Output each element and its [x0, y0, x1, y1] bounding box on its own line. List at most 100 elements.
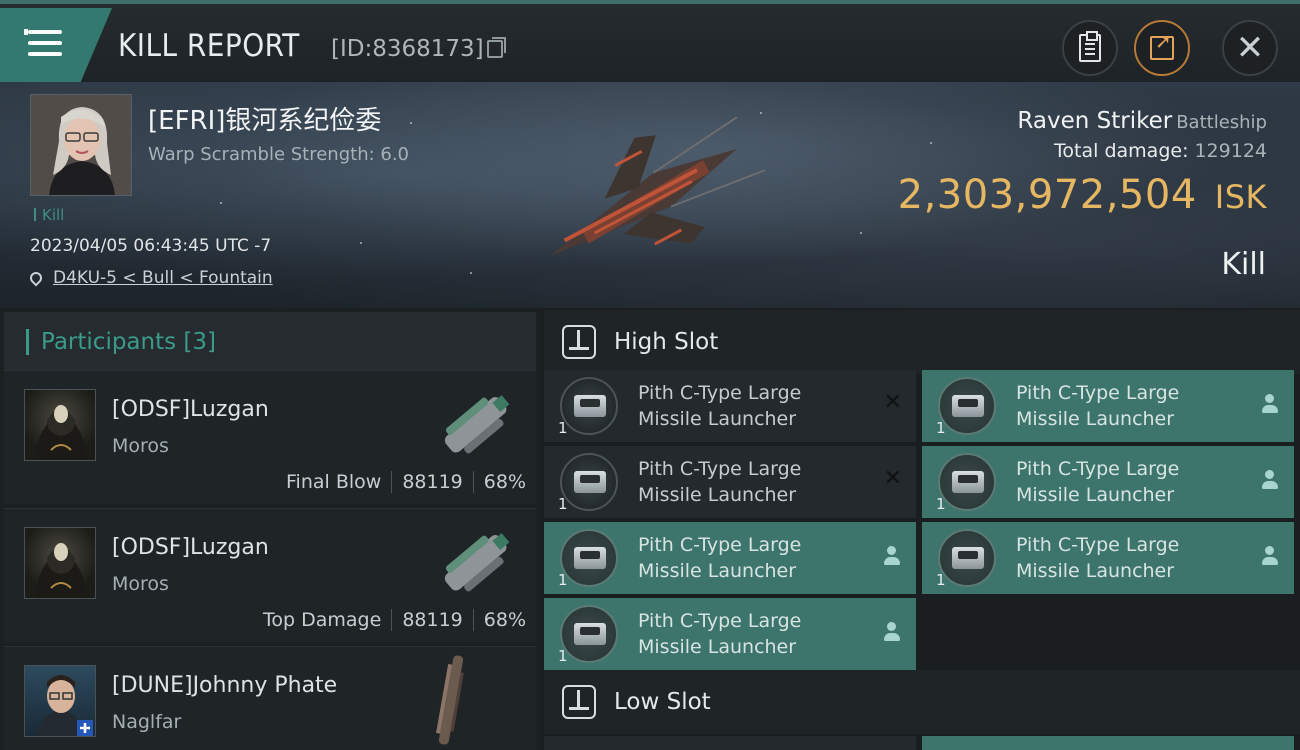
- missile-launcher-icon: [560, 377, 618, 435]
- isk-amount: 2,303,972,504: [897, 172, 1197, 218]
- module-item[interactable]: 1 Pith C-Type Large Missile Launcher: [922, 522, 1294, 594]
- module-quantity: 1: [558, 495, 568, 513]
- module-quantity: 1: [558, 571, 568, 589]
- participant-ship-image: [444, 395, 510, 454]
- module-item[interactable]: 1 Pith C-Type Large Missile Launcher: [544, 522, 916, 594]
- participant-avatar: [24, 389, 96, 461]
- victim-name[interactable]: [EFRI]银河系纪俭委: [148, 100, 381, 137]
- module-name: Pith C-Type Large Missile Launcher: [1016, 534, 1180, 582]
- missile-launcher-icon: [938, 377, 996, 435]
- participant-avatar: [24, 665, 96, 737]
- slot-icon: [562, 685, 596, 719]
- missile-launcher-icon: [560, 605, 618, 663]
- close-icon: ✕: [1235, 28, 1265, 68]
- missile-launcher-icon: [938, 453, 996, 511]
- fitting-panel: High Slot 1 Pith C-Type Large Missile Lau…: [540, 308, 1300, 750]
- victim-portrait[interactable]: [30, 94, 132, 196]
- participant-percent: 68%: [483, 609, 526, 631]
- module-item[interactable]: [544, 736, 916, 750]
- participant-damage: 88119: [402, 471, 463, 493]
- participants-header: Participants [3]: [4, 312, 536, 372]
- victim-ship-image: [550, 116, 766, 257]
- module-item[interactable]: 1 Pith C-Type Large Missile Launcher ✕: [544, 446, 916, 518]
- participant-ship-image: [436, 655, 464, 745]
- module-name: Pith C-Type Large Missile Launcher: [638, 382, 802, 430]
- missile-launcher-icon: [560, 529, 618, 587]
- kill-datetime: 2023/04/05 06:43:45 UTC -7: [30, 236, 272, 256]
- victim-ship-name[interactable]: Raven Striker Battleship: [1017, 108, 1267, 134]
- module-item[interactable]: [922, 736, 1294, 750]
- participant-row[interactable]: [ODSF]Luzgan Moros Final Blow 88119 68%: [4, 370, 536, 504]
- clipboard-button[interactable]: [1062, 20, 1118, 76]
- participant-role: Final Blow: [286, 471, 382, 493]
- module-name: Pith C-Type Large Missile Launcher: [638, 458, 802, 506]
- isk-unit: ISK: [1214, 178, 1267, 216]
- module-item[interactable]: 1 Pith C-Type Large Missile Launcher ✕: [544, 370, 916, 442]
- title-bar: KILL REPORT [ID:8368173] ✕: [0, 0, 1300, 82]
- module-quantity: 1: [558, 647, 568, 665]
- location-link[interactable]: D4KU-5 < Bull < Fountain: [53, 268, 273, 288]
- module-name: Pith C-Type Large Missile Launcher: [1016, 458, 1180, 506]
- page-title: KILL REPORT: [118, 28, 300, 64]
- module-quantity: 1: [936, 419, 946, 437]
- module-quantity: 1: [936, 495, 946, 513]
- x-icon: ✕: [883, 390, 902, 415]
- low-slot-title: Low Slot: [614, 689, 711, 715]
- participant-percent: 68%: [483, 471, 526, 493]
- total-damage-label: Total damage:: [1054, 140, 1189, 162]
- ship-name-text: Raven Striker: [1017, 108, 1173, 134]
- module-item[interactable]: 1 Pith C-Type Large Missile Launcher: [544, 598, 916, 670]
- participant-ship-image: [444, 533, 510, 592]
- module-name: Pith C-Type Large Missile Launcher: [638, 610, 802, 658]
- participant-role: Top Damage: [263, 609, 382, 631]
- participant-stats: Final Blow 88119 68%: [286, 471, 526, 493]
- isk-value: 2,303,972,504 ISK: [898, 172, 1267, 218]
- participants-panel: Participants [3] [ODSF]Luzgan Moros Fina…: [0, 308, 540, 750]
- participant-name[interactable]: [ODSF]Luzgan: [112, 397, 269, 422]
- map-pin-icon: [27, 269, 45, 287]
- total-damage-value: 129124: [1194, 140, 1267, 162]
- module-quantity: 1: [936, 571, 946, 589]
- report-id: [ID:8368173]: [331, 36, 484, 62]
- missile-launcher-icon: [560, 453, 618, 511]
- warp-scramble-strength: Warp Scramble Strength: 6.0: [148, 144, 410, 165]
- missile-launcher-icon: [938, 529, 996, 587]
- participant-name[interactable]: [DUNE]Johnny Phate: [112, 673, 337, 698]
- high-slot-header: High Slot: [544, 310, 1300, 374]
- participant-damage: 88119: [402, 609, 463, 631]
- participants-title: Participants [3]: [41, 329, 216, 355]
- participant-row[interactable]: [DUNE]Johnny Phate Naglfar: [4, 646, 536, 750]
- copy-icon[interactable]: [487, 37, 506, 58]
- participant-ship: Moros: [112, 435, 169, 457]
- share-button[interactable]: [1134, 20, 1190, 76]
- person-icon: [884, 622, 900, 642]
- participant-ship: Naglfar: [112, 711, 182, 733]
- high-slot-title: High Slot: [614, 329, 719, 355]
- module-quantity: 1: [558, 419, 568, 437]
- person-icon: [884, 546, 900, 566]
- kill-tag: Kill: [34, 206, 64, 224]
- module-name: Pith C-Type Large Missile Launcher: [1016, 382, 1180, 430]
- kill-result: Kill: [1221, 247, 1266, 282]
- victim-banner: [EFRI]银河系纪俭委 Warp Scramble Strength: 6.0…: [0, 82, 1300, 308]
- share-icon: [1150, 29, 1174, 60]
- low-slot-header: Low Slot: [544, 670, 1300, 734]
- module-item[interactable]: 1 Pith C-Type Large Missile Launcher: [922, 446, 1294, 518]
- person-icon: [1262, 394, 1278, 414]
- clipboard-icon: [1079, 31, 1101, 62]
- kill-location[interactable]: D4KU-5 < Bull < Fountain: [27, 268, 273, 288]
- participant-stats: Top Damage 88119 68%: [263, 609, 526, 631]
- module-name: Pith C-Type Large Missile Launcher: [638, 534, 802, 582]
- slot-icon: [562, 325, 596, 359]
- participant-row[interactable]: [ODSF]Luzgan Moros Top Damage 88119 68%: [4, 508, 536, 642]
- participant-name[interactable]: [ODSF]Luzgan: [112, 535, 269, 560]
- menu-button[interactable]: [0, 8, 112, 82]
- person-icon: [1262, 470, 1278, 490]
- close-button[interactable]: ✕: [1222, 20, 1278, 76]
- participant-avatar: [24, 527, 96, 599]
- participant-ship: Moros: [112, 573, 169, 595]
- module-item[interactable]: 1 Pith C-Type Large Missile Launcher: [922, 370, 1294, 442]
- person-icon: [1262, 546, 1278, 566]
- x-icon: ✕: [883, 466, 902, 491]
- ship-class: Battleship: [1176, 112, 1267, 133]
